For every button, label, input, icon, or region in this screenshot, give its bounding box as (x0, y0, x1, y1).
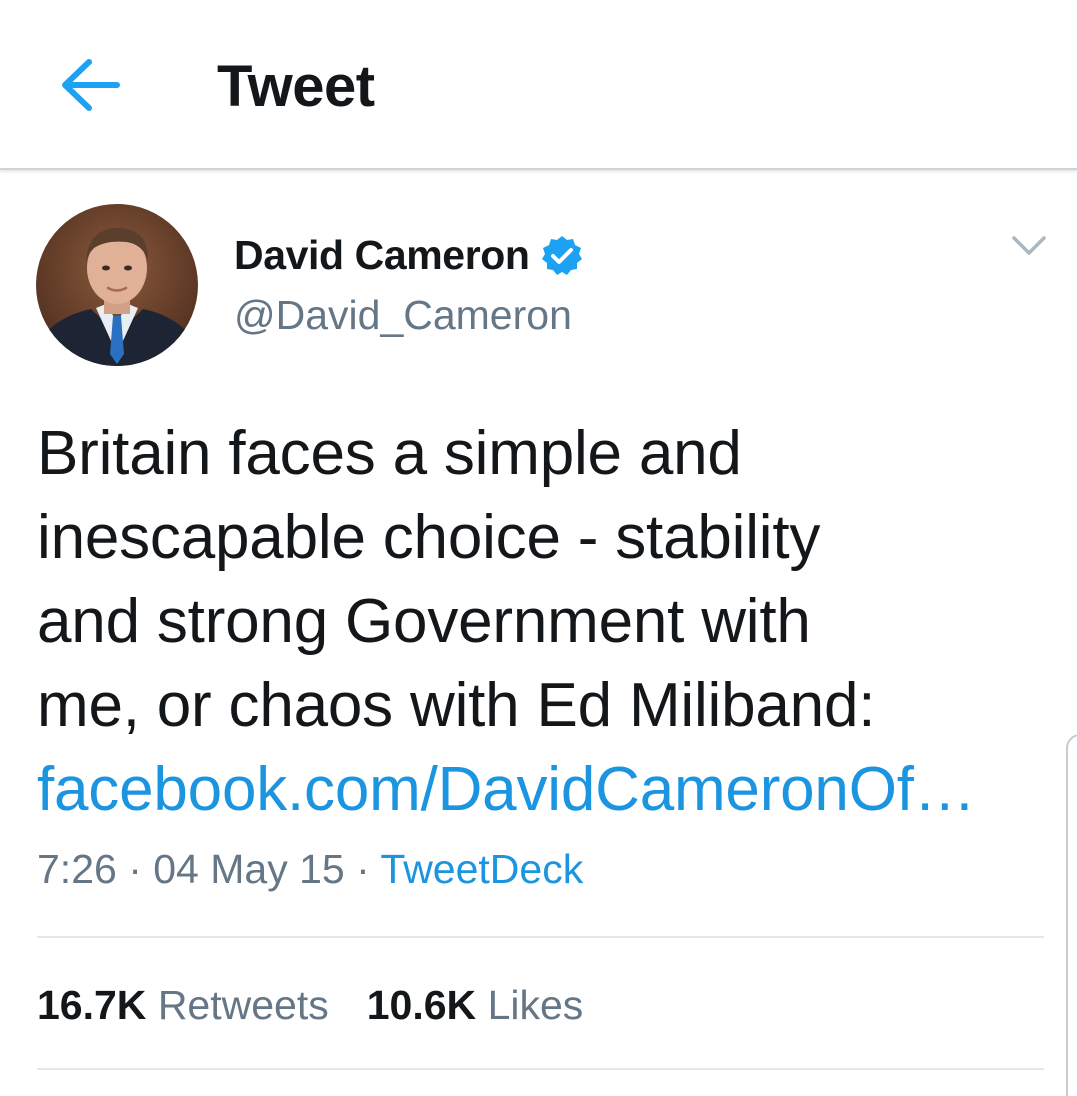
likes-label: Likes (487, 982, 584, 1028)
arrow-left-icon (59, 58, 121, 117)
retweets-stat[interactable]: 16.7K Retweets (37, 982, 329, 1029)
verified-badge-icon (540, 234, 584, 278)
scroll-edge-indicator (1066, 734, 1077, 1096)
page-title: Tweet (217, 54, 375, 119)
tweet-text-line: me, or chaos with Ed Miliband: (37, 671, 876, 740)
tweet-time: 7:26 (37, 846, 117, 892)
author-handle[interactable]: @David_Cameron (234, 292, 572, 339)
avatar-portrait (36, 204, 198, 366)
tweet-date: 04 May 15 (153, 846, 345, 892)
meta-separator: · (344, 846, 381, 892)
divider (37, 1068, 1044, 1070)
tweet-text-line: Britain faces a simple and (37, 419, 742, 488)
author-name-row[interactable]: David Cameron (234, 232, 584, 279)
retweets-count: 16.7K (37, 982, 147, 1028)
tweet-text-line: and strong Government with (37, 587, 811, 656)
tweet-text: Britain faces a simple and inescapable c… (37, 412, 1037, 832)
tweet-options-button[interactable] (1004, 228, 1054, 268)
likes-count: 10.6K (366, 982, 477, 1028)
tweet-stats: 16.7K Retweets 10.6K Likes (37, 982, 621, 1029)
avatar[interactable] (36, 204, 198, 366)
chevron-down-icon (1011, 235, 1047, 262)
tweet-text-line: inescapable choice - stability (37, 503, 821, 572)
divider (37, 936, 1044, 938)
back-button[interactable] (50, 55, 130, 119)
meta-separator: · (116, 846, 154, 892)
likes-stat[interactable]: 10.6K Likes (367, 982, 584, 1029)
tweet-source-link[interactable]: TweetDeck (380, 846, 583, 892)
top-app-bar: Tweet (0, 0, 1077, 170)
retweets-label: Retweets (157, 982, 329, 1028)
tweet-link[interactable]: facebook.com/DavidCameronOf… (37, 755, 976, 824)
display-name: David Cameron (234, 232, 530, 278)
tweet-timestamp-row: 7:26 · 04 May 15 · TweetDeck (37, 846, 583, 893)
